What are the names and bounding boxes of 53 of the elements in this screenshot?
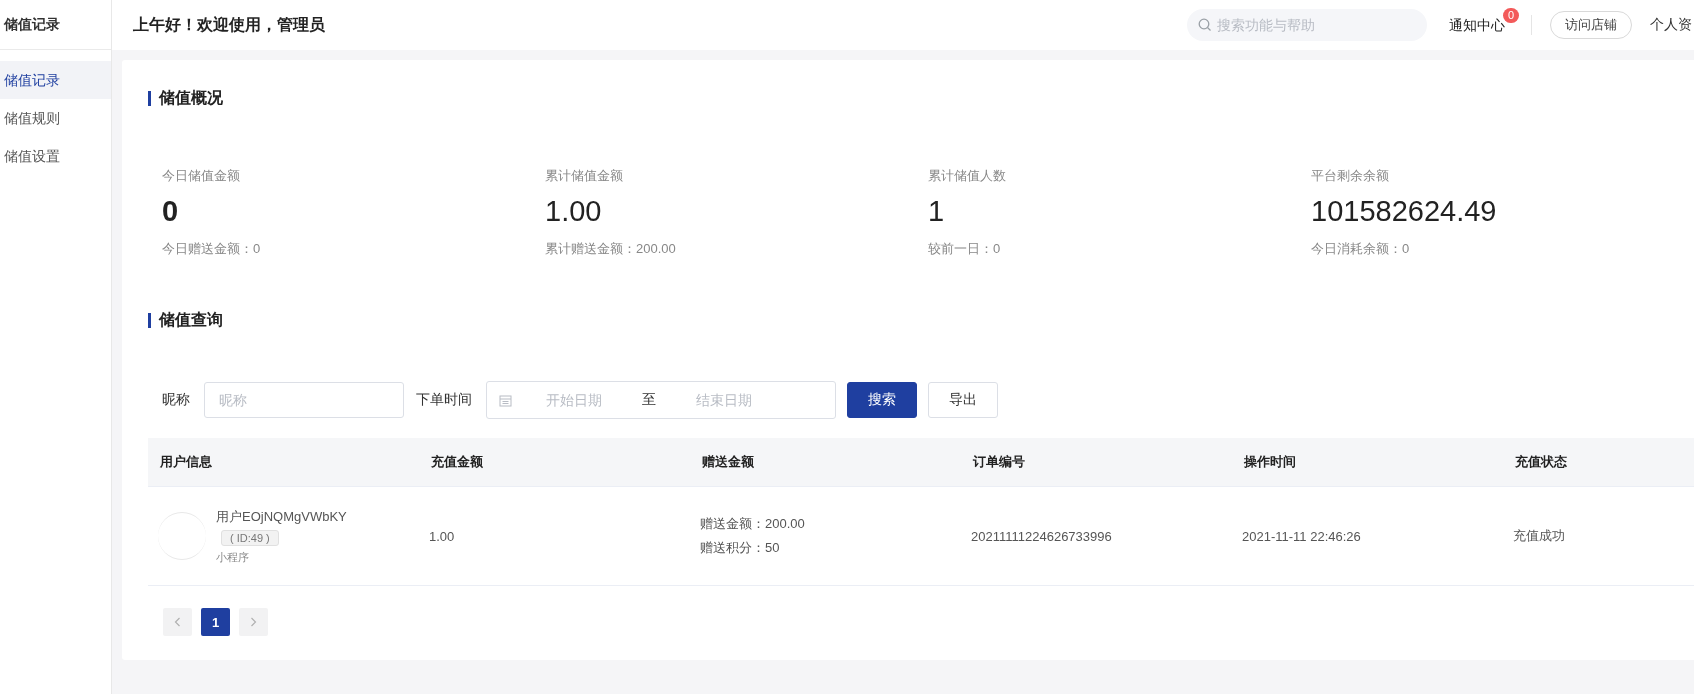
notification-link[interactable]: 通知中心 (1449, 16, 1505, 33)
stat-note: 今日赠送金额：0 (162, 240, 262, 258)
stat-label: 累计储值人数 (928, 167, 1007, 185)
column-header: 充值金额 (431, 453, 484, 471)
column-header: 用户信息 (160, 453, 213, 471)
stat-note: 累计赠送金额：200.00 (545, 240, 677, 258)
table-cell-text: 1.00 (429, 528, 456, 544)
stat-label: 平台剩余余额 (1311, 167, 1390, 185)
export-button[interactable]: 导出 (928, 382, 998, 418)
user-name: 用户EOjNQMgVWbKY (216, 507, 347, 526)
section-title: 储值查询 (159, 310, 223, 330)
column-header: 订单编号 (973, 453, 1026, 471)
sidebar-item[interactable]: 储值设置 (0, 137, 111, 175)
filter-label: 下单时间 (416, 391, 472, 409)
visit-store-button[interactable]: 访问店铺 (1550, 11, 1632, 39)
profile-link[interactable]: 个人资 (1650, 16, 1692, 34)
stat-value: 101582624.49 (1311, 195, 1498, 228)
chevron-left-icon (174, 617, 181, 627)
calendar-icon (499, 393, 512, 407)
stat-label: 今日储值金额 (162, 167, 241, 185)
search-field[interactable]: 搜索功能与帮助 (1187, 9, 1427, 41)
status-text: 充值成功 (1513, 527, 1566, 545)
user-source: 小程序 (216, 549, 249, 565)
date-range-picker[interactable]: 开始日期 至 结束日期 (486, 381, 836, 419)
user-id-tag: ( ID:49 ) (221, 529, 279, 546)
column-header: 充值状态 (1515, 453, 1568, 471)
stat-value: 1 (928, 195, 946, 228)
chevron-right-icon (250, 617, 257, 627)
notification-count-badge: 0 (1502, 7, 1519, 23)
search-icon (1198, 18, 1212, 32)
table-cell-text: 20211111224626733996 (971, 528, 1113, 544)
search-button[interactable]: 搜索 (847, 382, 917, 418)
filter-label: 昵称 (162, 391, 190, 409)
stat-value: 1.00 (545, 195, 603, 228)
sidebar-title: 储值记录 (0, 0, 111, 50)
page-button[interactable]: 1 (201, 608, 230, 636)
sidebar-item[interactable]: 储值规则 (0, 99, 111, 137)
table-cell: 赠送金额：200.00 (700, 515, 805, 533)
sidebar-item[interactable]: 储值记录 (0, 61, 111, 99)
stat-label: 累计储值金额 (545, 167, 624, 185)
table-cell-text: 2021-11-11 22:46:26 (1242, 528, 1362, 544)
column-header: 赠送金额 (702, 453, 755, 471)
stat-note: 较前一日：0 (928, 240, 1002, 258)
range-separator: 至 (642, 391, 656, 409)
column-header: 操作时间 (1244, 453, 1297, 471)
section-title: 储值概况 (159, 88, 223, 108)
previous-page-button[interactable] (163, 608, 192, 636)
greeting-title: 上午好！欢迎使用，管理员 (133, 14, 325, 35)
stat-note: 今日消耗余额：0 (1311, 240, 1411, 258)
table-cell: 赠送积分：50 (700, 539, 780, 557)
nickname-field[interactable]: 昵称 (204, 382, 404, 418)
next-page-button[interactable] (239, 608, 268, 636)
stat-value: 0 (162, 195, 180, 228)
